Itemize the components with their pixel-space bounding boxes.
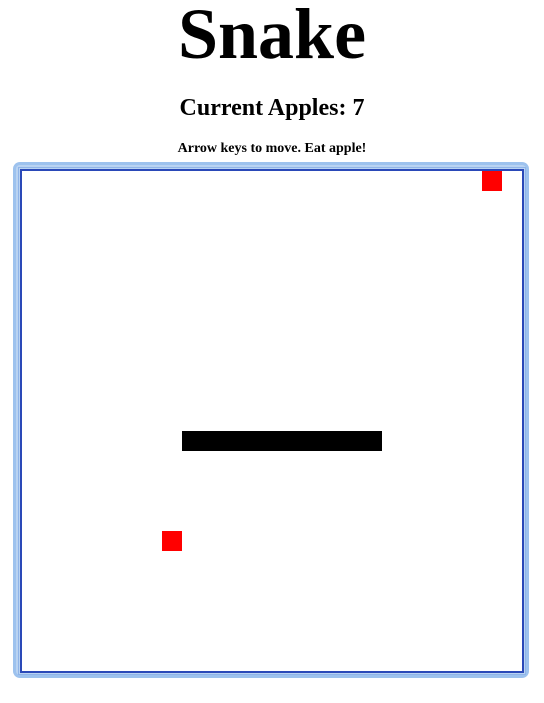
- snake-segment: [262, 431, 282, 451]
- snake-segment: [282, 431, 302, 451]
- apple: [482, 171, 502, 191]
- game-board[interactable]: [18, 167, 526, 675]
- apple-counter: Current Apples: 7: [179, 95, 365, 121]
- snake-segment: [242, 431, 262, 451]
- snake-segment: [302, 431, 322, 451]
- snake-segment: [342, 431, 362, 451]
- instructions-text: Arrow keys to move. Eat apple!: [177, 141, 367, 156]
- snake-segment: [202, 431, 222, 451]
- snake-segment: [222, 431, 242, 451]
- page-title: Snake: [177, 0, 367, 74]
- apple: [162, 531, 182, 551]
- snake-segment: [362, 431, 382, 451]
- snake-segment: [322, 431, 342, 451]
- snake-segment: [182, 431, 202, 451]
